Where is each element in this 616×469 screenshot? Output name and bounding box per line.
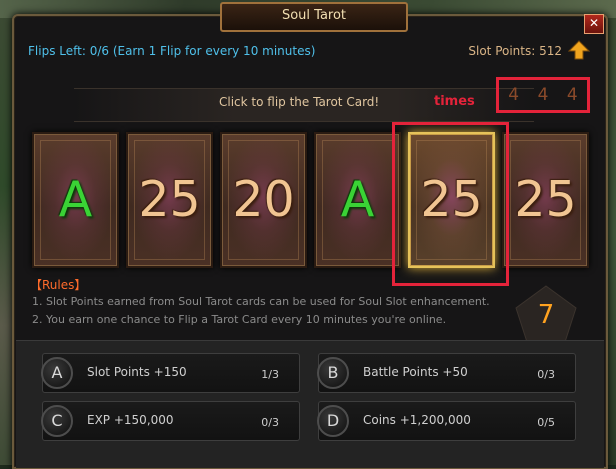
reward-slot-a: A Slot Points +150 1/3 [41, 353, 300, 393]
reward-badge: D [317, 405, 349, 437]
times-digit: 4 [566, 85, 578, 105]
reward-count: 0/3 [261, 416, 279, 429]
reward-label: Battle Points +50 [363, 365, 468, 379]
reward-slot-d: D Coins +1,200,000 0/5 [317, 401, 576, 441]
reward-badge: B [317, 357, 349, 389]
click-prompt-text: Click to flip the Tarot Card! [219, 95, 380, 109]
tarot-card-1[interactable]: A [32, 132, 119, 268]
rules-title: 【Rules】 [30, 278, 87, 292]
reward-label: Slot Points +150 [87, 365, 187, 379]
times-digit: 4 [537, 85, 549, 105]
window-title: Soul Tarot [220, 2, 408, 32]
reward-label: EXP +150,000 [87, 413, 174, 427]
close-icon: ✕ [588, 16, 600, 30]
reward-badge: C [41, 405, 73, 437]
reward-slot-c: C EXP +150,000 0/3 [41, 401, 300, 441]
tarot-card-row: A 25 20 A 25 25 [32, 132, 602, 272]
reward-slot-b: B Battle Points +50 0/3 [317, 353, 576, 393]
reward-label: Coins +1,200,000 [363, 413, 471, 427]
times-counter-box: 4 4 4 [496, 77, 590, 113]
tarot-card-2[interactable]: 25 [126, 132, 213, 268]
reward-count: 0/3 [537, 368, 555, 381]
card-value: 25 [514, 171, 577, 228]
slot-points-text: Slot Points: 512 [468, 44, 562, 58]
reward-badge: A [41, 357, 73, 389]
card-value: 20 [232, 171, 295, 228]
card-value: A [340, 171, 375, 228]
reward-count: 1/3 [261, 368, 279, 381]
times-digit: 4 [508, 85, 520, 105]
rule-line-1: 1. Slot Points earned from Soul Tarot ca… [32, 295, 490, 308]
arrow-up-icon[interactable] [568, 40, 590, 60]
tarot-card-3[interactable]: 20 [220, 132, 307, 268]
soul-tarot-window: Soul Tarot ✕ Flips Left: 0/6 (Earn 1 Fli… [12, 2, 608, 469]
times-label: times [434, 94, 475, 109]
card-value: 25 [138, 171, 201, 228]
card-value: A [58, 171, 93, 228]
close-button[interactable]: ✕ [584, 14, 604, 34]
rule-line-2: 2. You earn one chance to Flip a Tarot C… [32, 313, 447, 326]
tarot-card-4[interactable]: A [314, 132, 401, 268]
selected-card-highlight [392, 122, 509, 286]
rewards-panel: A Slot Points +150 1/3 B Battle Points +… [16, 340, 604, 468]
reward-count: 0/5 [537, 416, 555, 429]
flips-left-text: Flips Left: 0/6 (Earn 1 Flip for every 1… [28, 44, 316, 58]
tarot-card-6[interactable]: 25 [502, 132, 589, 268]
pentagon-number: 7 [537, 300, 555, 330]
